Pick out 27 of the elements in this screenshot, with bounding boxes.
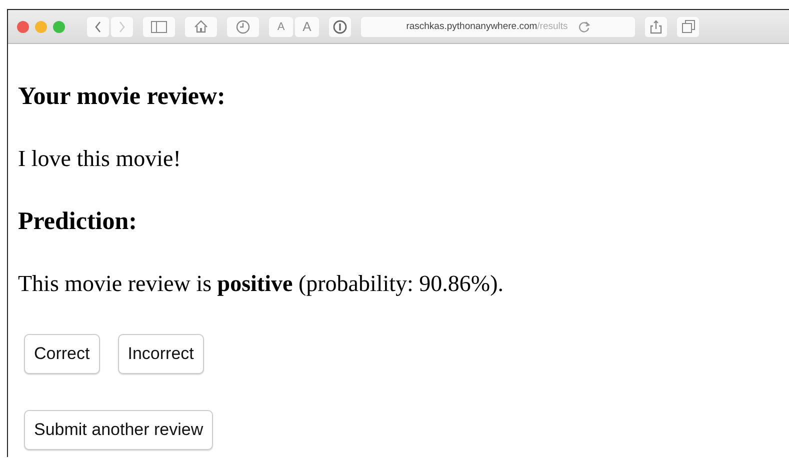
sidebar-button[interactable] <box>143 16 175 36</box>
back-button[interactable] <box>87 16 109 36</box>
chevron-left-icon[interactable] <box>93 20 103 34</box>
tabs-button[interactable] <box>677 16 699 36</box>
submit-review-button[interactable]: Submit another review <box>24 410 214 450</box>
tabs-icon[interactable] <box>682 20 694 33</box>
reload-icon[interactable] <box>578 20 590 32</box>
share-icon[interactable] <box>650 20 662 34</box>
incorrect-button[interactable]: Incorrect <box>118 334 204 374</box>
history-button[interactable] <box>227 16 259 36</box>
close-icon[interactable] <box>17 20 29 32</box>
page-heading: Your movie review: <box>18 82 226 112</box>
home-icon[interactable] <box>194 20 208 33</box>
maximize-icon[interactable] <box>53 20 65 32</box>
info-icon[interactable] <box>333 20 347 34</box>
correct-button[interactable]: Correct <box>24 334 100 374</box>
home-button[interactable] <box>185 16 217 36</box>
share-button[interactable] <box>645 16 667 36</box>
reader-button[interactable] <box>329 16 351 36</box>
sidebar-icon[interactable] <box>151 20 167 32</box>
page-heading: Prediction: <box>18 207 138 237</box>
url-path: /results <box>537 21 568 32</box>
prediction-text: This movie review is positive (probability: 90.86%). <box>18 270 504 298</box>
review-text: I love this movie! <box>18 145 182 173</box>
address-bar[interactable]: raschkas.pythonanywhere.com/results <box>361 16 635 36</box>
url-host: raschkas.pythonanywhere.com <box>406 21 538 32</box>
clock-icon[interactable] <box>236 20 250 34</box>
